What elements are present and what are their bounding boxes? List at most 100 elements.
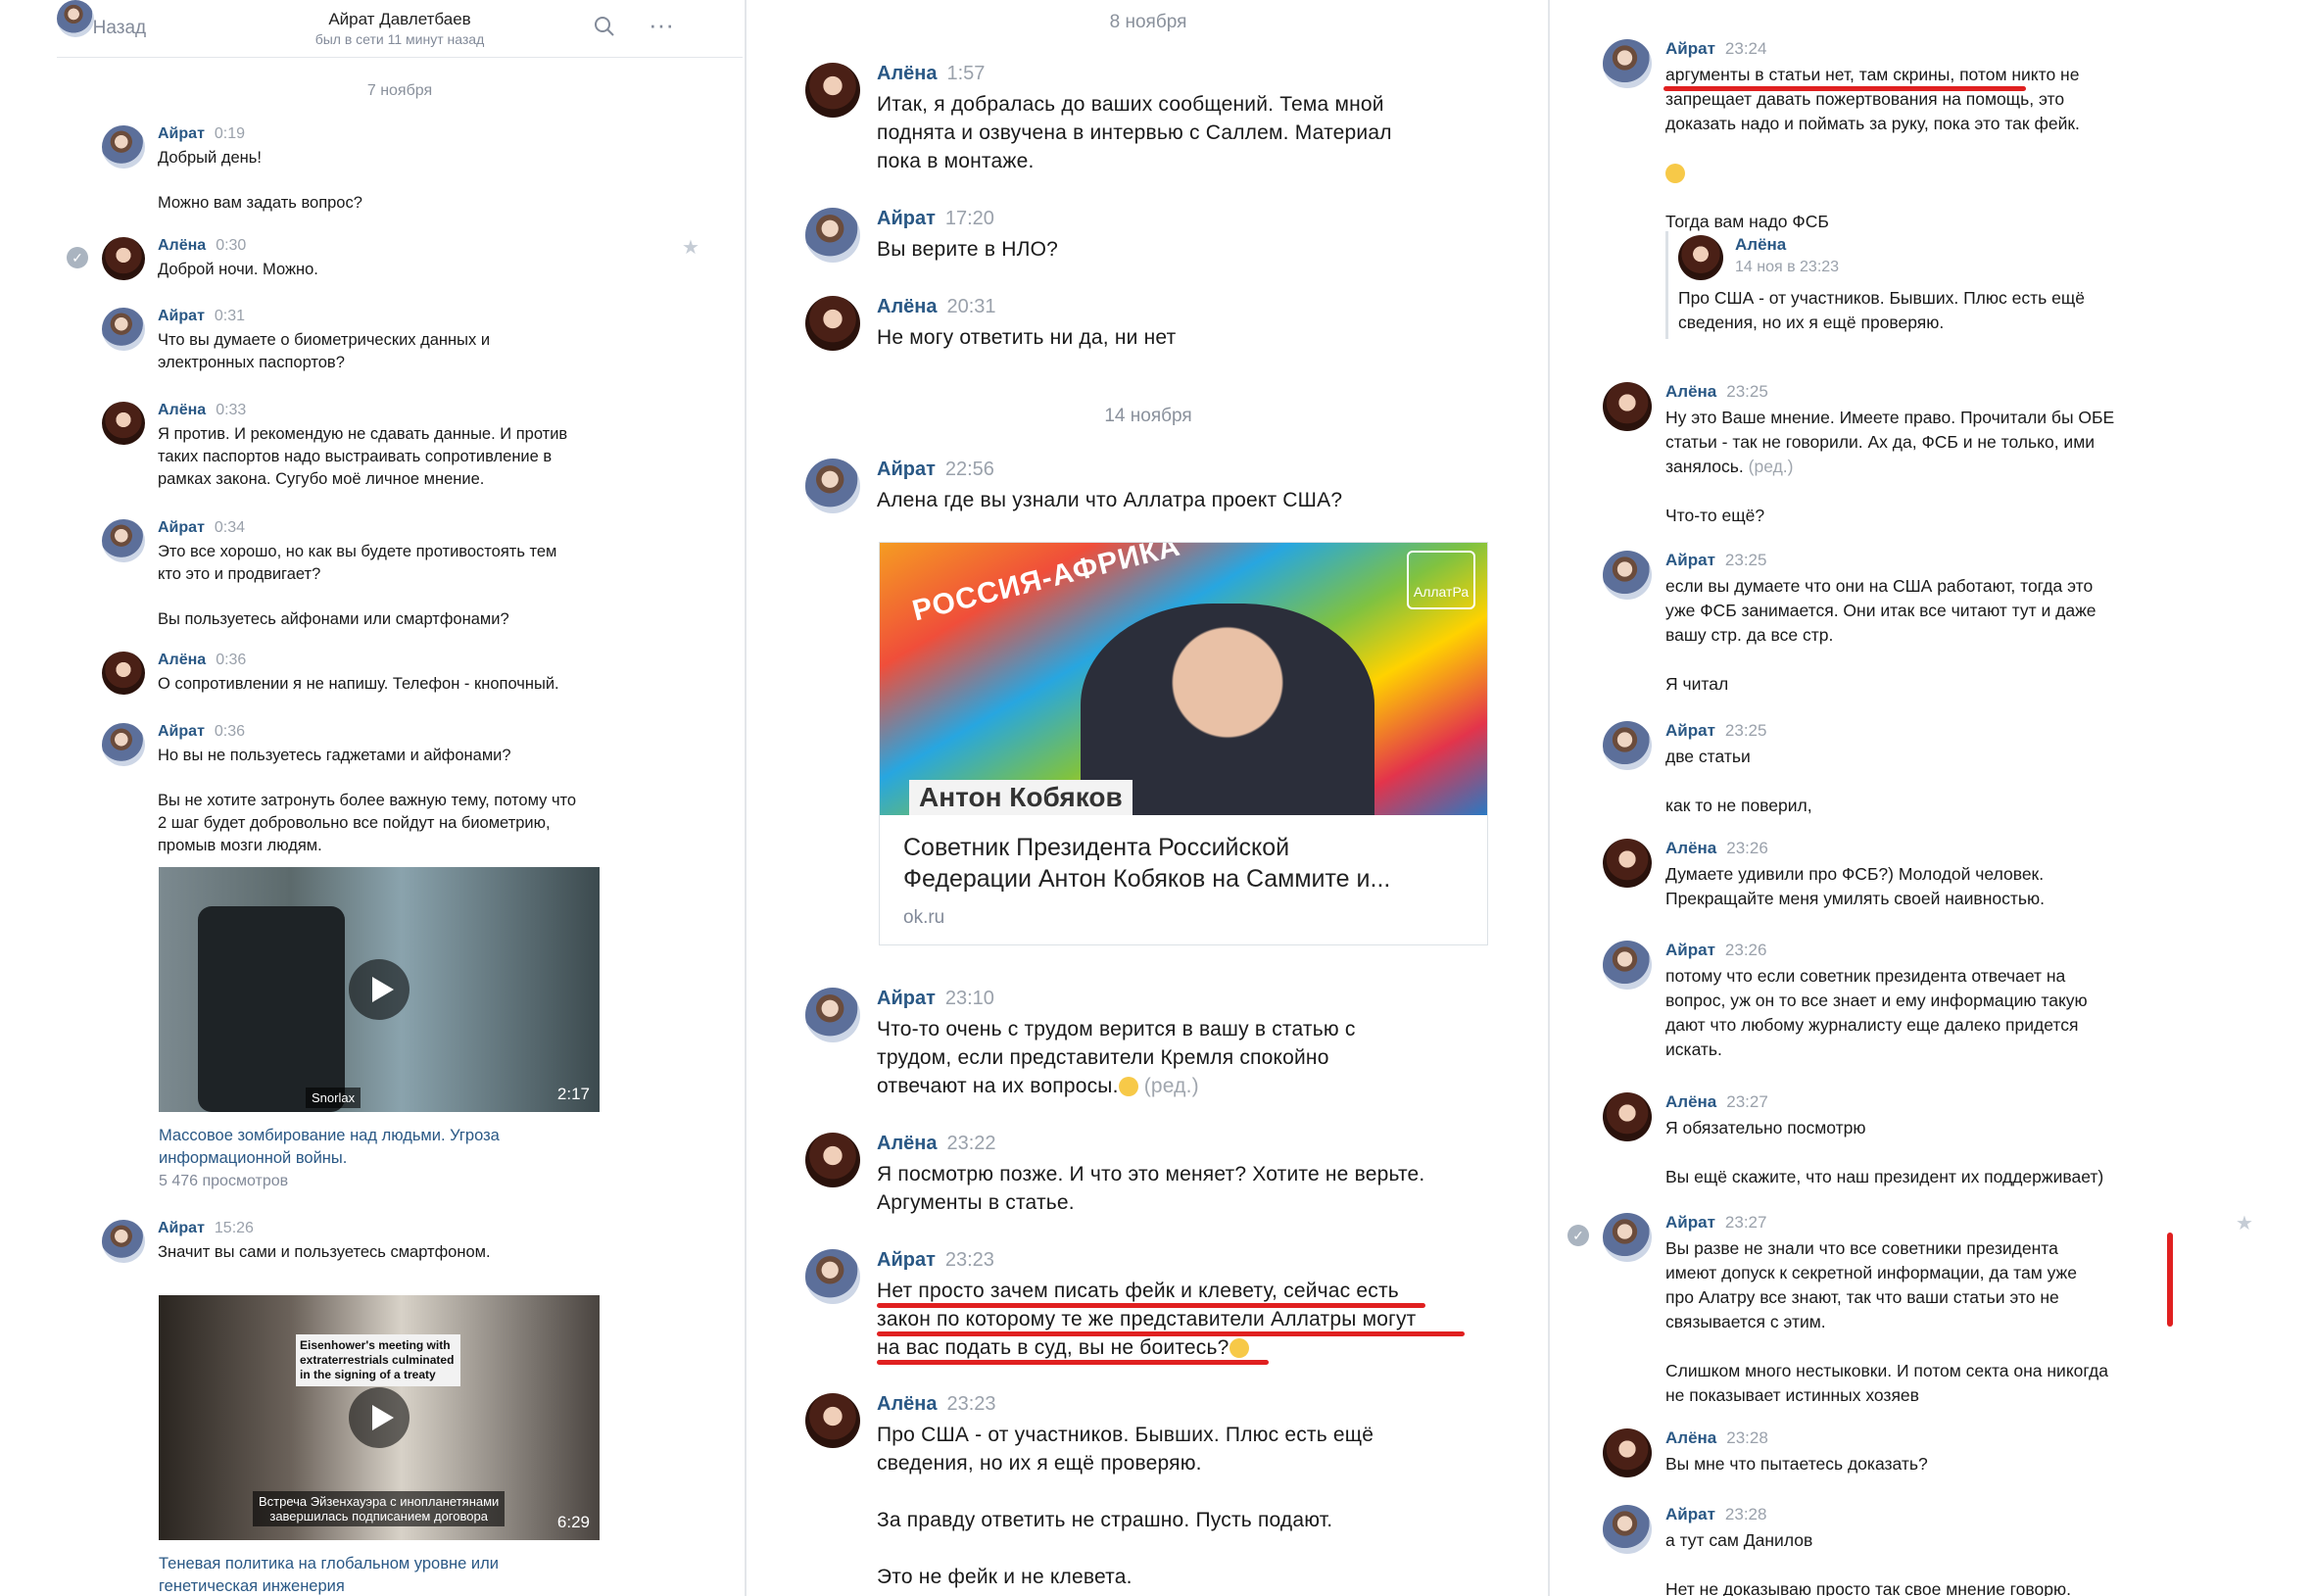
avatar[interactable] (805, 459, 860, 513)
avatar[interactable] (805, 988, 860, 1042)
quote-author[interactable]: Алёна (1735, 235, 1786, 255)
avatar[interactable] (102, 652, 145, 695)
search-icon[interactable] (594, 16, 615, 43)
link-title[interactable]: Советник Президента Российской Федерации… (903, 832, 1471, 895)
video-title[interactable]: Массовое зомбирование над людьми. Угроза… (159, 1125, 590, 1170)
message-author[interactable]: Алёна (877, 296, 937, 317)
message-time[interactable]: 23:28 (1726, 1428, 1768, 1447)
message-time[interactable]: 0:36 (215, 723, 245, 740)
message-author[interactable]: Алёна (877, 1393, 937, 1415)
message-time[interactable]: 1:57 (946, 63, 985, 84)
message-author[interactable]: Айрат (877, 459, 936, 480)
link-card[interactable]: РОССИЯ-АФРИКА АллатРа Антон Кобяков Сове… (879, 542, 1488, 945)
message-time[interactable]: 22:56 (945, 459, 994, 480)
avatar[interactable] (1603, 1092, 1652, 1141)
message-time[interactable]: 0:31 (215, 308, 245, 324)
message-time[interactable]: 0:30 (216, 237, 246, 254)
video-title[interactable]: Теневая политика на глобальном уровне ил… (159, 1553, 590, 1596)
star-icon[interactable]: ★ (2236, 1211, 2253, 1235)
message-time[interactable]: 23:25 (1725, 721, 1767, 740)
star-icon[interactable]: ★ (682, 235, 699, 260)
avatar[interactable] (1603, 39, 1652, 88)
avatar[interactable] (102, 237, 145, 280)
more-icon[interactable]: ··· (649, 10, 674, 40)
quoted-message[interactable]: Алёна 14 ноя в 23:23 Про США - от участн… (1665, 231, 2197, 339)
message-time[interactable]: 23:22 (946, 1133, 995, 1154)
message-author[interactable]: Алёна (158, 652, 206, 668)
message-time[interactable]: 17:20 (945, 208, 994, 229)
message-author[interactable]: Алёна (1665, 1092, 1716, 1111)
message-author[interactable]: Айрат (877, 1249, 936, 1271)
message-time[interactable]: 23:10 (945, 988, 994, 1009)
message-author[interactable]: Алёна (158, 402, 206, 418)
avatar[interactable] (805, 208, 860, 263)
play-icon[interactable] (349, 1387, 410, 1448)
avatar[interactable] (102, 519, 145, 562)
message-author[interactable]: Алёна (1665, 1428, 1716, 1447)
avatar[interactable] (1603, 721, 1652, 770)
avatar[interactable] (102, 402, 145, 445)
avatar[interactable] (805, 296, 860, 351)
avatar[interactable] (805, 1249, 860, 1304)
message-time[interactable]: 23:23 (945, 1249, 994, 1271)
message-time[interactable]: 23:24 (1725, 39, 1767, 58)
avatar[interactable] (805, 63, 860, 118)
avatar[interactable] (1603, 839, 1652, 888)
avatar[interactable] (102, 125, 145, 169)
message-author[interactable]: Алёна (158, 237, 206, 254)
message-author[interactable]: Айрат (158, 1220, 205, 1236)
message-author[interactable]: Айрат (1665, 941, 1715, 959)
message-author[interactable]: Алёна (1665, 382, 1716, 401)
message-time[interactable]: 23:28 (1725, 1505, 1767, 1523)
checkmark-icon[interactable]: ✓ (67, 247, 88, 268)
avatar[interactable] (1603, 551, 1652, 600)
message-time[interactable]: 0:36 (216, 652, 246, 668)
avatar[interactable] (1603, 941, 1652, 990)
message-author[interactable]: Алёна (877, 1133, 937, 1154)
checkmark-icon[interactable]: ✓ (1567, 1225, 1589, 1246)
message-text: Вы мне что пытаетесь доказать? (1665, 1454, 1928, 1474)
avatar[interactable] (1603, 1505, 1652, 1554)
message-time[interactable]: 23:26 (1725, 941, 1767, 959)
avatar[interactable] (805, 1133, 860, 1187)
video-thumbnail[interactable]: Snorlax 2:17 (159, 867, 600, 1112)
avatar[interactable] (805, 1393, 860, 1448)
avatar[interactable] (102, 723, 145, 766)
message-time[interactable]: 23:27 (1725, 1213, 1767, 1232)
message-time[interactable]: 0:33 (216, 402, 246, 418)
message-author[interactable]: Айрат (158, 519, 205, 536)
message-time[interactable]: 23:23 (946, 1393, 995, 1415)
avatar[interactable] (1678, 235, 1723, 280)
avatar[interactable] (1603, 1213, 1652, 1262)
avatar[interactable] (102, 308, 145, 351)
message-author[interactable]: Айрат (1665, 551, 1715, 569)
message-author[interactable]: Алёна (877, 63, 937, 84)
message-author[interactable]: Айрат (877, 988, 936, 1009)
message-author[interactable]: Айрат (158, 125, 205, 142)
contact-name[interactable]: Айрат Давлетбаев (57, 10, 743, 29)
message-time[interactable]: 23:27 (1726, 1092, 1768, 1111)
message-author[interactable]: Айрат (1665, 39, 1715, 58)
link-url[interactable]: ok.ru (903, 907, 944, 929)
avatar[interactable] (1603, 382, 1652, 431)
message-author[interactable]: Айрат (877, 208, 936, 229)
video-thumbnail[interactable]: Eisenhower's meeting with extraterrestri… (159, 1295, 600, 1540)
message-author[interactable]: Айрат (1665, 1213, 1715, 1232)
message-time[interactable]: 23:25 (1725, 551, 1767, 569)
message-author[interactable]: Айрат (1665, 721, 1715, 740)
avatar[interactable] (102, 1220, 145, 1263)
message-author[interactable]: Алёна (1665, 839, 1716, 857)
play-icon[interactable] (349, 959, 410, 1020)
message-author[interactable]: Айрат (1665, 1505, 1715, 1523)
avatar[interactable] (1603, 1428, 1652, 1477)
message-time[interactable]: 23:25 (1726, 382, 1768, 401)
message-time[interactable]: 20:31 (946, 296, 995, 317)
chat-panel-1: ‹ Назад Айрат Давлетбаев был в сети 11 м… (0, 0, 745, 1596)
message-author[interactable]: Айрат (158, 723, 205, 740)
message-time[interactable]: 23:26 (1726, 839, 1768, 857)
message-time[interactable]: 15:26 (215, 1220, 254, 1236)
avatar[interactable] (57, 0, 94, 37)
message-author[interactable]: Айрат (158, 308, 205, 324)
message-time[interactable]: 0:34 (215, 519, 245, 536)
message-time[interactable]: 0:19 (215, 125, 245, 142)
